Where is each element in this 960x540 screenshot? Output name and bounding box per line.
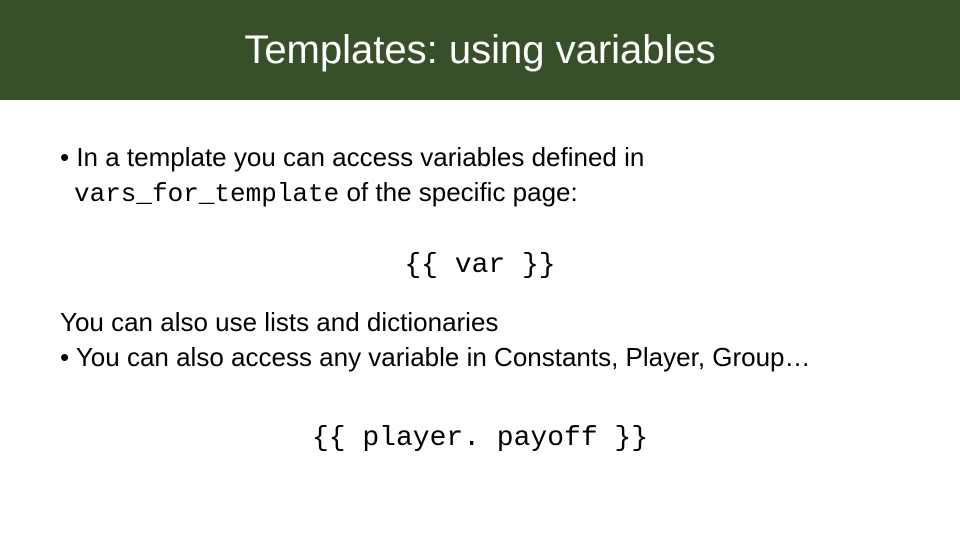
bullet-2: • You can also access any variable in Co… [60,340,900,375]
bullet-1-tail: of the specific page: [339,177,577,207]
line-lists: You can also use lists and dictionaries [60,305,900,340]
slide-header: Templates: using variables [0,0,960,100]
bullet-1-continuation: vars_for_template of the specific page: [74,175,900,212]
bullet-1-lead: • In a template you can access variables… [60,142,644,172]
bullet-1: • In a template you can access variables… [60,140,900,175]
bullet-1-code: vars_for_template [74,179,339,209]
code-example-2: {{ player. payoff }} [60,420,900,458]
slide-content: • In a template you can access variables… [0,100,960,458]
slide-title: Templates: using variables [244,28,715,73]
code-example-1: {{ var }} [60,247,900,285]
